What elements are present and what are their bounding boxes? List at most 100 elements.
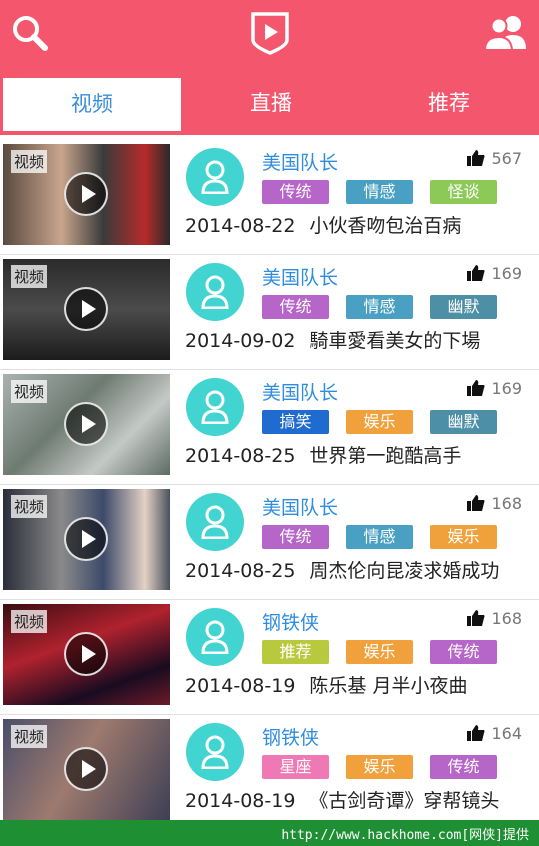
avatar[interactable] bbox=[186, 148, 244, 206]
video-title: 周杰伦向昆凌求婚成功 bbox=[309, 560, 500, 582]
thumbs-up-icon bbox=[467, 265, 485, 285]
like-count[interactable]: 168 bbox=[467, 609, 522, 630]
video-thumbnail[interactable]: 视频 bbox=[3, 719, 170, 820]
video-caption[interactable]: 2014-09-02 騎車愛看美女的下場 bbox=[185, 326, 535, 353]
like-count-value: 169 bbox=[491, 379, 522, 398]
user-icon bbox=[201, 275, 229, 309]
avatar[interactable] bbox=[186, 493, 244, 551]
like-count[interactable]: 164 bbox=[467, 724, 522, 745]
author-name[interactable]: 美国队长 bbox=[262, 148, 338, 175]
video-list-item[interactable]: 视频 钢铁侠 168 推荐 娱乐 传统 2014-08-19 陈乐基 月半小夜曲 bbox=[0, 600, 539, 715]
video-badge: 视频 bbox=[11, 265, 48, 288]
like-count[interactable]: 168 bbox=[467, 494, 522, 515]
like-count[interactable]: 567 bbox=[467, 149, 522, 170]
video-list: 视频 美国队长 567 传统 情感 怪谈 2014-08-22 小伙香吻包治百病 视频… bbox=[0, 140, 539, 820]
video-badge: 视频 bbox=[11, 725, 48, 748]
video-title: 陈乐基 月半小夜曲 bbox=[309, 675, 468, 697]
play-icon[interactable] bbox=[64, 402, 108, 446]
video-caption[interactable]: 2014-08-25 世界第一跑酷高手 bbox=[185, 441, 535, 468]
video-badge: 视频 bbox=[11, 150, 48, 173]
user-icon bbox=[201, 620, 229, 654]
watermark-bar: http://www.hackhome.com[网侠]提供 bbox=[0, 820, 539, 846]
tag-badge[interactable]: 传统 bbox=[262, 180, 329, 204]
like-count-value: 169 bbox=[491, 264, 522, 283]
video-thumbnail[interactable]: 视频 bbox=[3, 374, 170, 475]
video-thumbnail[interactable]: 视频 bbox=[3, 604, 170, 705]
video-caption[interactable]: 2014-08-22 小伙香吻包治百病 bbox=[185, 211, 535, 238]
tab-bar: 视频 直播 推荐 bbox=[0, 75, 539, 135]
user-icon bbox=[201, 390, 229, 424]
like-count-value: 168 bbox=[491, 494, 522, 513]
tag-badge[interactable]: 星座 bbox=[262, 755, 329, 779]
avatar[interactable] bbox=[186, 608, 244, 666]
video-caption[interactable]: 2014-08-19 《古剑奇谭》穿帮镜头 bbox=[185, 786, 535, 813]
thumbs-up-icon bbox=[467, 725, 485, 745]
tag-badge[interactable]: 搞笑 bbox=[262, 410, 329, 434]
video-badge: 视频 bbox=[11, 610, 48, 633]
thumbs-up-icon bbox=[467, 380, 485, 400]
video-caption[interactable]: 2014-08-19 陈乐基 月半小夜曲 bbox=[185, 671, 535, 698]
video-thumbnail[interactable]: 视频 bbox=[3, 144, 170, 245]
video-date: 2014-08-22 bbox=[185, 215, 296, 237]
video-list-item[interactable]: 视频 美国队长 169 传统 情感 幽默 2014-09-02 騎車愛看美女的下場 bbox=[0, 255, 539, 370]
author-name[interactable]: 钢铁侠 bbox=[262, 608, 319, 635]
tag-badge[interactable]: 情感 bbox=[346, 180, 413, 204]
video-date: 2014-08-25 bbox=[185, 560, 296, 582]
play-icon[interactable] bbox=[64, 287, 108, 331]
thumbs-up-icon bbox=[467, 495, 485, 515]
video-caption[interactable]: 2014-08-25 周杰伦向昆凌求婚成功 bbox=[185, 556, 535, 583]
tab-recommend[interactable]: 推荐 bbox=[360, 77, 538, 130]
video-badge: 视频 bbox=[11, 380, 48, 403]
like-count[interactable]: 169 bbox=[467, 379, 522, 400]
tag-badge[interactable]: 情感 bbox=[346, 295, 413, 319]
tag-badge[interactable]: 幽默 bbox=[430, 410, 497, 434]
tag-badge[interactable]: 娱乐 bbox=[346, 755, 413, 779]
video-list-item[interactable]: 视频 美国队长 169 搞笑 娱乐 幽默 2014-08-25 世界第一跑酷高手 bbox=[0, 370, 539, 485]
video-title: 世界第一跑酷高手 bbox=[309, 445, 462, 467]
avatar[interactable] bbox=[186, 263, 244, 321]
video-title: 小伙香吻包治百病 bbox=[309, 215, 462, 237]
user-icon bbox=[201, 160, 229, 194]
like-count-value: 168 bbox=[491, 609, 522, 628]
tag-badge[interactable]: 情感 bbox=[346, 525, 413, 549]
play-shield-icon bbox=[247, 10, 293, 56]
tag-badge[interactable]: 推荐 bbox=[262, 640, 329, 664]
user-icon bbox=[201, 505, 229, 539]
tag-badge[interactable]: 娱乐 bbox=[430, 525, 497, 549]
tag-badge[interactable]: 传统 bbox=[430, 640, 497, 664]
video-thumbnail[interactable]: 视频 bbox=[3, 489, 170, 590]
tag-badge[interactable]: 娱乐 bbox=[346, 410, 413, 434]
thumbs-up-icon bbox=[467, 150, 485, 170]
video-list-item[interactable]: 视频 钢铁侠 164 星座 娱乐 传统 2014-08-19 《古剑奇谭》穿帮镜头 bbox=[0, 715, 539, 820]
tag-badge[interactable]: 传统 bbox=[262, 525, 329, 549]
play-icon[interactable] bbox=[64, 632, 108, 676]
like-count[interactable]: 169 bbox=[467, 264, 522, 285]
author-name[interactable]: 钢铁侠 bbox=[262, 723, 319, 750]
like-count-value: 164 bbox=[491, 724, 522, 743]
author-name[interactable]: 美国队长 bbox=[262, 378, 338, 405]
video-thumbnail[interactable]: 视频 bbox=[3, 259, 170, 360]
avatar[interactable] bbox=[186, 723, 244, 781]
play-icon[interactable] bbox=[64, 517, 108, 561]
search-icon[interactable] bbox=[10, 13, 50, 53]
author-name[interactable]: 美国队长 bbox=[262, 263, 338, 290]
tab-video[interactable]: 视频 bbox=[2, 77, 182, 132]
video-badge: 视频 bbox=[11, 495, 48, 518]
video-title: 騎車愛看美女的下場 bbox=[309, 330, 481, 352]
author-name[interactable]: 美国队长 bbox=[262, 493, 338, 520]
tag-badge[interactable]: 娱乐 bbox=[346, 640, 413, 664]
play-icon[interactable] bbox=[64, 172, 108, 216]
tag-badge[interactable]: 怪谈 bbox=[430, 180, 497, 204]
watermark-text: http://www.hackhome.com[网侠]提供 bbox=[281, 828, 529, 843]
users-icon[interactable] bbox=[482, 13, 530, 53]
tag-badge[interactable]: 幽默 bbox=[430, 295, 497, 319]
video-date: 2014-08-19 bbox=[185, 675, 296, 697]
top-bar bbox=[0, 0, 539, 75]
tab-live[interactable]: 直播 bbox=[182, 77, 360, 130]
avatar[interactable] bbox=[186, 378, 244, 436]
video-list-item[interactable]: 视频 美国队长 567 传统 情感 怪谈 2014-08-22 小伙香吻包治百病 bbox=[0, 140, 539, 255]
tag-badge[interactable]: 传统 bbox=[430, 755, 497, 779]
video-list-item[interactable]: 视频 美国队长 168 传统 情感 娱乐 2014-08-25 周杰伦向昆凌求婚成功 bbox=[0, 485, 539, 600]
play-icon[interactable] bbox=[64, 747, 108, 791]
tag-badge[interactable]: 传统 bbox=[262, 295, 329, 319]
